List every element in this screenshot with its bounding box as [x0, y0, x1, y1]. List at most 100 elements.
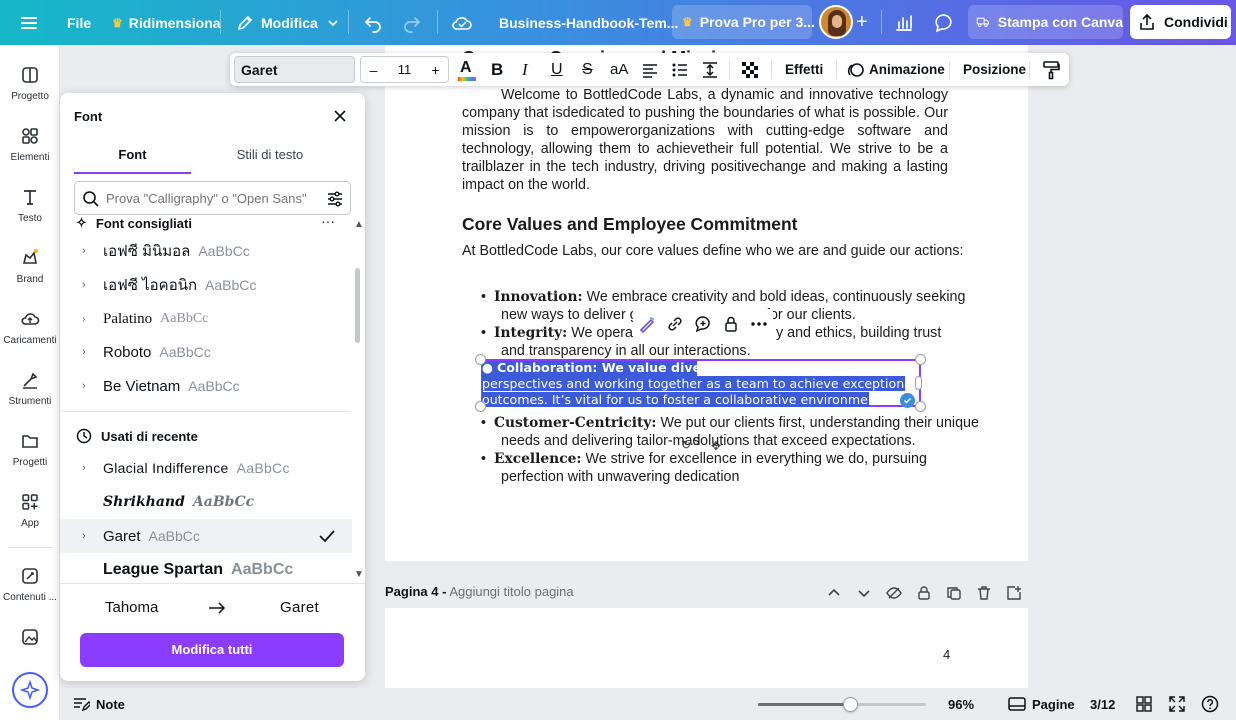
letter-case-button[interactable]: aA	[610, 53, 628, 86]
lead-paragraph[interactable]: At BottledCode Labs, our core values def…	[462, 242, 964, 260]
scroll-down-icon[interactable]: ▼	[354, 569, 364, 580]
spacing-icon[interactable]	[701, 53, 719, 86]
page-title-input[interactable]: Aggiungi titolo pagina	[449, 584, 573, 599]
font-item[interactable]: ›ShrikhandAaBbCc	[60, 485, 350, 519]
resize-handle[interactable]	[915, 401, 926, 412]
resize-button[interactable]: ♛ Ridimensiona	[112, 0, 221, 45]
align-left-icon[interactable]	[641, 53, 659, 86]
add-page-icon[interactable]	[1006, 585, 1022, 601]
redo-icon[interactable]	[402, 0, 422, 45]
rail-item-apps[interactable]: App	[0, 492, 60, 529]
italic-button[interactable]: I	[522, 53, 528, 86]
font-item[interactable]: › Roboto AaBbCc	[60, 335, 350, 369]
effects-button[interactable]: Effetti	[785, 53, 823, 86]
fullscreen-icon[interactable]	[1169, 696, 1185, 712]
position-button[interactable]: Posizione	[963, 53, 1026, 86]
tab-text-styles[interactable]: Stili di testo	[191, 140, 349, 174]
font-item[interactable]: › Glacial Indifference AaBbCc	[60, 451, 350, 485]
rail-item-project[interactable]: Progetto	[0, 65, 60, 102]
intro-paragraph[interactable]: Welcome to BottledCode Labs, a dynamic a…	[462, 86, 948, 194]
rail-item-brand[interactable]: Brand	[0, 248, 60, 285]
page-4-canvas[interactable]: 4	[385, 608, 1028, 688]
page-counter[interactable]: 3/12	[1090, 697, 1115, 712]
transparency-icon[interactable]	[740, 53, 760, 86]
font-list[interactable]: ✧ Font consigliati ··· › เอฟซี มินิมอล AaB…	[60, 217, 365, 583]
animation-button[interactable]: Animazione	[847, 53, 945, 86]
add-comment-icon[interactable]	[694, 315, 712, 333]
insights-icon[interactable]	[894, 0, 914, 45]
font-item[interactable]: › เอฟซี มินิมอล AaBbCc	[60, 234, 350, 268]
chevron-up-icon[interactable]	[826, 585, 842, 601]
rail-item-tools[interactable]: Strumenti	[0, 370, 60, 407]
link-icon[interactable]	[666, 315, 684, 333]
rail-item-projects[interactable]: Progetti	[0, 431, 60, 468]
strikethrough-button[interactable]: S	[582, 53, 593, 86]
bullet-list-icon[interactable]	[671, 53, 689, 86]
grid-view-icon[interactable]	[1136, 696, 1152, 712]
filter-icon[interactable]	[326, 190, 344, 208]
menu-icon[interactable]	[18, 0, 40, 45]
list-item[interactable]: Excellence: We strive for excellence in …	[494, 450, 927, 468]
edit-all-button[interactable]: Modifica tutti	[80, 633, 344, 667]
duplicate-icon[interactable]	[946, 585, 962, 601]
resize-handle[interactable]	[475, 354, 486, 365]
font-item[interactable]: › Be Vietnam AaBbCc	[60, 369, 350, 403]
close-icon[interactable]	[332, 108, 348, 124]
bold-button[interactable]: B	[491, 53, 503, 86]
pages-button[interactable]: Pagine	[1008, 696, 1075, 712]
more-icon[interactable]	[750, 315, 768, 333]
rail-item-text[interactable]: Testo	[0, 187, 60, 224]
document-title[interactable]: Business-Handbook-Tem...	[499, 0, 678, 45]
lock-icon[interactable]	[916, 585, 932, 601]
file-menu[interactable]: File	[67, 0, 91, 45]
scrollbar-thumb[interactable]	[355, 268, 360, 343]
decrease-size-button[interactable]: –	[361, 62, 386, 78]
page-3-canvas[interactable]: Company Overview and Mission Welcome to …	[385, 45, 1028, 561]
increase-size-button[interactable]: +	[423, 62, 448, 78]
font-family-dropdown[interactable]: Garet	[234, 56, 355, 83]
underline-button[interactable]: U	[551, 53, 563, 86]
lock-icon[interactable]	[722, 315, 740, 333]
more-icon[interactable]: ···	[321, 217, 335, 229]
cloud-saved-icon[interactable]	[451, 0, 473, 45]
font-size-value[interactable]: 11	[386, 62, 423, 77]
rail-item-photos[interactable]	[0, 627, 60, 653]
zoom-slider-thumb[interactable]	[843, 697, 859, 712]
undo-icon[interactable]	[363, 0, 383, 45]
resize-handle[interactable]	[915, 376, 922, 390]
collaboration-line-3[interactable]: outcomes. It’s vital for us to foster a …	[482, 391, 885, 409]
magic-assistant-button[interactable]	[12, 672, 48, 708]
paint-roller-icon[interactable]	[1041, 53, 1061, 86]
hide-icon[interactable]	[886, 585, 902, 601]
list-item[interactable]: Customer-Centricity: We put our clients …	[494, 414, 979, 432]
magic-edit-icon[interactable]	[638, 315, 656, 333]
font-item[interactable]: › Palatino AaBbCc	[60, 302, 350, 336]
print-button[interactable]: Stampa con Canva	[968, 5, 1123, 39]
font-item[interactable]: ›League SpartanAaBbCc	[60, 553, 350, 583]
share-button[interactable]: Condividi	[1130, 5, 1231, 39]
tab-font[interactable]: Font	[74, 140, 191, 174]
rail-item-uploads[interactable]: Caricamenti	[0, 309, 60, 346]
section-heading[interactable]: Core Values and Employee Commitment	[462, 213, 798, 235]
font-search-field[interactable]	[74, 181, 351, 215]
help-icon[interactable]	[1201, 695, 1219, 713]
list-item[interactable]: Innovation: We embrace creativity and bo…	[494, 288, 965, 306]
text-color-button[interactable]: A	[458, 53, 476, 86]
add-collaborator-icon[interactable]: +	[856, 0, 868, 45]
notes-button[interactable]: Note	[72, 696, 125, 712]
comment-icon[interactable]	[933, 0, 955, 45]
rail-item-elements[interactable]: Elementi	[0, 126, 60, 163]
chevron-down-icon[interactable]	[856, 585, 872, 601]
search-input[interactable]	[106, 188, 311, 208]
trash-icon[interactable]	[976, 585, 992, 601]
rail-item-content[interactable]: Contenuti ...	[0, 566, 60, 603]
try-pro-button[interactable]: ♛ Prova Pro per 3...	[672, 5, 815, 39]
font-item[interactable]: › เอฟซี ไอคอนิก AaBbCc	[60, 268, 350, 302]
resize-handle[interactable]	[915, 354, 926, 365]
zoom-level[interactable]: 96%	[948, 697, 974, 712]
edit-menu[interactable]: Modifica	[236, 0, 340, 45]
scroll-up-icon[interactable]: ▲	[354, 219, 364, 230]
font-item-selected[interactable]: › Garet AaBbCc	[60, 519, 352, 553]
avatar[interactable]	[819, 5, 853, 39]
resize-handle[interactable]	[475, 401, 486, 412]
